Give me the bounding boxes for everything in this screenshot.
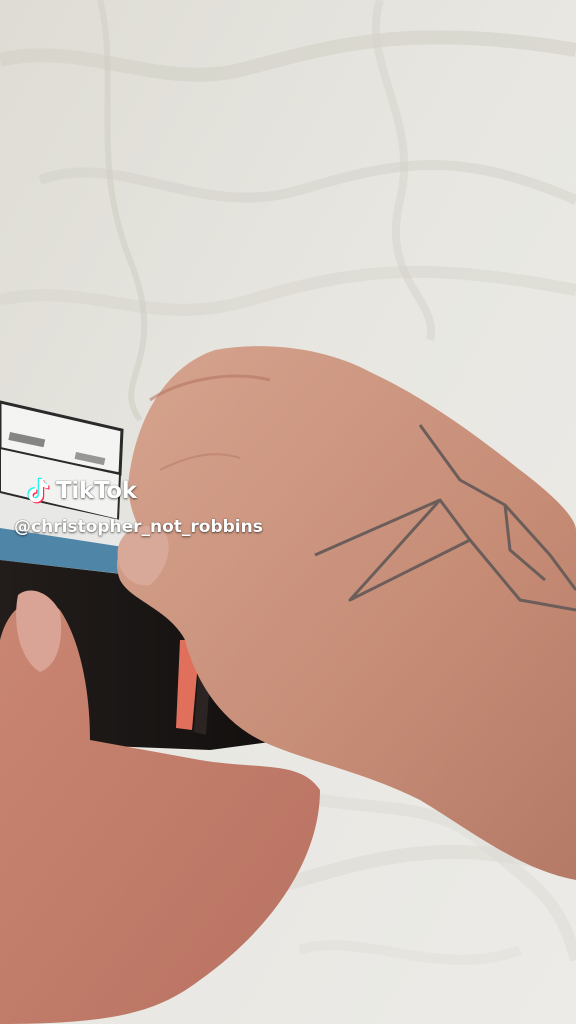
video-frame: TikTok @christopher_not_robbins bbox=[0, 0, 576, 1024]
tiktok-watermark: TikTok @christopher_not_robbins bbox=[14, 474, 322, 544]
tiktok-logo-row: TikTok bbox=[22, 474, 137, 508]
tiktok-wordmark: TikTok bbox=[56, 478, 137, 504]
creator-handle: @christopher_not_robbins bbox=[14, 517, 263, 537]
tiktok-note-icon bbox=[27, 477, 50, 504]
